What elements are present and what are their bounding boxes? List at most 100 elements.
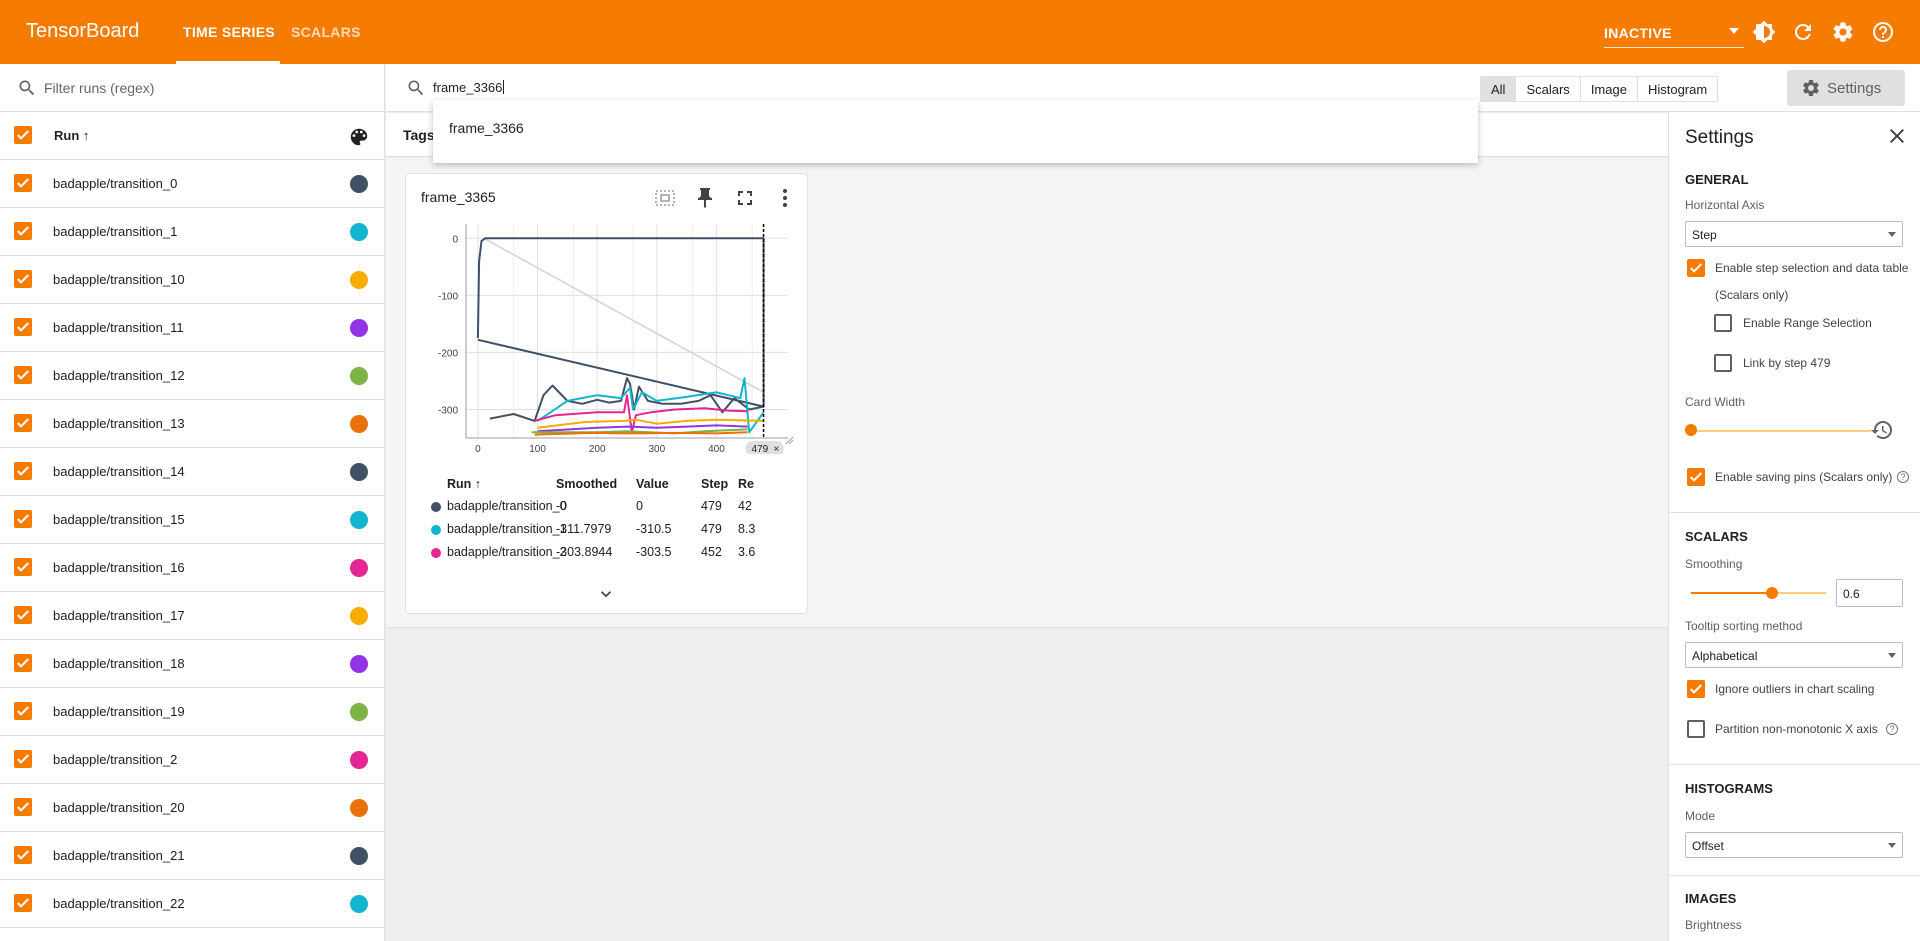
more-vert-icon[interactable] xyxy=(773,186,797,210)
chevron-down-icon xyxy=(1888,653,1896,658)
run-checkbox[interactable] xyxy=(14,894,32,912)
run-color-swatch[interactable] xyxy=(350,751,368,769)
data-table-column-header[interactable]: Smoothed xyxy=(556,477,617,491)
data-table-column-header[interactable]: Step xyxy=(701,477,728,491)
reset-icon[interactable] xyxy=(1870,418,1894,442)
run-row[interactable]: badapple/transition_12 xyxy=(0,352,384,400)
run-checkbox[interactable] xyxy=(14,174,32,192)
run-color-swatch[interactable] xyxy=(350,415,368,433)
run-color-swatch[interactable] xyxy=(350,271,368,289)
run-color-swatch[interactable] xyxy=(350,655,368,673)
tab-time-series[interactable]: TIME SERIES xyxy=(183,24,275,40)
run-row[interactable]: badapple/transition_15 xyxy=(0,496,384,544)
run-color-swatch[interactable] xyxy=(350,367,368,385)
line-chart[interactable]: 0 100 200 300 400 0 -100 -200 -300 479 × xyxy=(416,214,796,454)
run-row[interactable]: badapple/transition_18 xyxy=(0,640,384,688)
run-color-swatch[interactable] xyxy=(350,703,368,721)
run-checkbox[interactable] xyxy=(14,414,32,432)
run-row[interactable]: badapple/transition_17 xyxy=(0,592,384,640)
type-scalars-button[interactable]: Scalars xyxy=(1515,77,1579,101)
run-row[interactable]: badapple/transition_14 xyxy=(0,448,384,496)
data-table-column-header[interactable]: Run ↑ xyxy=(447,477,481,491)
close-icon[interactable] xyxy=(1885,124,1909,148)
text-cursor xyxy=(503,80,505,94)
data-table-column-header[interactable]: Value xyxy=(636,477,669,491)
run-checkbox[interactable] xyxy=(14,750,32,768)
run-row[interactable]: badapple/transition_11 xyxy=(0,304,384,352)
run-row[interactable]: badapple/transition_19 xyxy=(0,688,384,736)
help-icon[interactable]: ? xyxy=(1897,471,1909,483)
smoothing-slider[interactable] xyxy=(1766,587,1778,599)
runs-filter-input[interactable] xyxy=(44,76,364,100)
brightness-icon[interactable] xyxy=(1752,20,1776,44)
fit-domain-icon[interactable] xyxy=(653,186,677,210)
run-color-swatch[interactable] xyxy=(350,895,368,913)
run-row[interactable]: badapple/transition_16 xyxy=(0,544,384,592)
run-row[interactable]: badapple/transition_2 xyxy=(0,736,384,784)
run-name: badapple/transition_19 xyxy=(53,704,185,719)
pin-icon[interactable] xyxy=(693,186,717,210)
step-selection-checkbox[interactable] xyxy=(1687,259,1705,277)
help-icon[interactable] xyxy=(1871,20,1895,44)
tag-filter-input[interactable]: frame_3366 xyxy=(433,80,505,95)
run-color-swatch[interactable] xyxy=(350,559,368,577)
tab-scalars[interactable]: SCALARS xyxy=(291,24,361,40)
run-checkbox[interactable] xyxy=(14,462,32,480)
type-image-button[interactable]: Image xyxy=(1579,77,1637,101)
ignore-outliers-checkbox[interactable] xyxy=(1687,680,1705,698)
run-row[interactable]: badapple/transition_10 xyxy=(0,256,384,304)
run-checkbox[interactable] xyxy=(14,654,32,672)
smoothing-fill xyxy=(1691,592,1772,594)
run-color-swatch[interactable] xyxy=(350,223,368,241)
palette-icon[interactable] xyxy=(348,126,370,148)
run-color-swatch[interactable] xyxy=(350,175,368,193)
saving-pins-checkbox[interactable] xyxy=(1687,468,1705,486)
run-checkbox[interactable] xyxy=(14,702,32,720)
run-row[interactable]: badapple/transition_13 xyxy=(0,400,384,448)
run-color-swatch[interactable] xyxy=(350,607,368,625)
run-checkbox[interactable] xyxy=(14,846,32,864)
link-by-step-checkbox[interactable] xyxy=(1714,354,1732,372)
gear-icon[interactable] xyxy=(1831,20,1855,44)
run-column-header[interactable]: Run ↑ xyxy=(54,128,89,143)
run-checkbox[interactable] xyxy=(14,798,32,816)
run-color-swatch[interactable] xyxy=(350,463,368,481)
select-all-checkbox[interactable] xyxy=(14,126,32,144)
plugin-select-dropdown[interactable]: INACTIVE xyxy=(1604,18,1744,48)
run-color-swatch[interactable] xyxy=(350,511,368,529)
expand-more-icon[interactable] xyxy=(596,584,616,604)
run-row[interactable]: badapple/transition_0 xyxy=(0,160,384,208)
card-width-slider[interactable] xyxy=(1685,424,1697,436)
run-row[interactable]: badapple/transition_22 xyxy=(0,880,384,928)
series-line xyxy=(483,237,764,393)
run-checkbox[interactable] xyxy=(14,510,32,528)
data-table-column-header[interactable]: Re xyxy=(738,477,754,491)
run-row[interactable]: badapple/transition_1 xyxy=(0,208,384,256)
partition-checkbox[interactable] xyxy=(1687,720,1705,738)
data-table: Run ↑ Smoothed Value Step Re badapple/transit… xyxy=(416,474,796,574)
run-checkbox[interactable] xyxy=(14,558,32,576)
run-checkbox[interactable] xyxy=(14,270,32,288)
horizontal-axis-select[interactable]: Step xyxy=(1685,221,1903,247)
run-checkbox[interactable] xyxy=(14,366,32,384)
run-checkbox[interactable] xyxy=(14,318,32,336)
autocomplete-option[interactable]: frame_3366 xyxy=(449,120,524,136)
run-color-swatch[interactable] xyxy=(350,847,368,865)
help-icon[interactable]: ? xyxy=(1886,723,1898,735)
refresh-icon[interactable] xyxy=(1791,20,1815,44)
tooltip-sort-select[interactable]: Alphabetical xyxy=(1685,642,1903,668)
type-histogram-button[interactable]: Histogram xyxy=(1636,77,1717,101)
run-row[interactable]: badapple/transition_21 xyxy=(0,832,384,880)
run-checkbox[interactable] xyxy=(14,222,32,240)
range-selection-checkbox[interactable] xyxy=(1714,314,1732,332)
run-color-swatch[interactable] xyxy=(350,799,368,817)
run-checkbox[interactable] xyxy=(14,606,32,624)
chevron-down-icon xyxy=(1888,232,1896,237)
run-color-swatch[interactable] xyxy=(350,319,368,337)
run-row[interactable]: badapple/transition_20 xyxy=(0,784,384,832)
fullscreen-icon[interactable] xyxy=(733,186,757,210)
settings-toggle-button[interactable]: Settings xyxy=(1787,70,1905,106)
type-all-button[interactable]: All xyxy=(1481,77,1516,101)
smoothing-input[interactable]: 0.6 xyxy=(1836,579,1903,607)
histogram-mode-select[interactable]: Offset xyxy=(1685,832,1903,858)
